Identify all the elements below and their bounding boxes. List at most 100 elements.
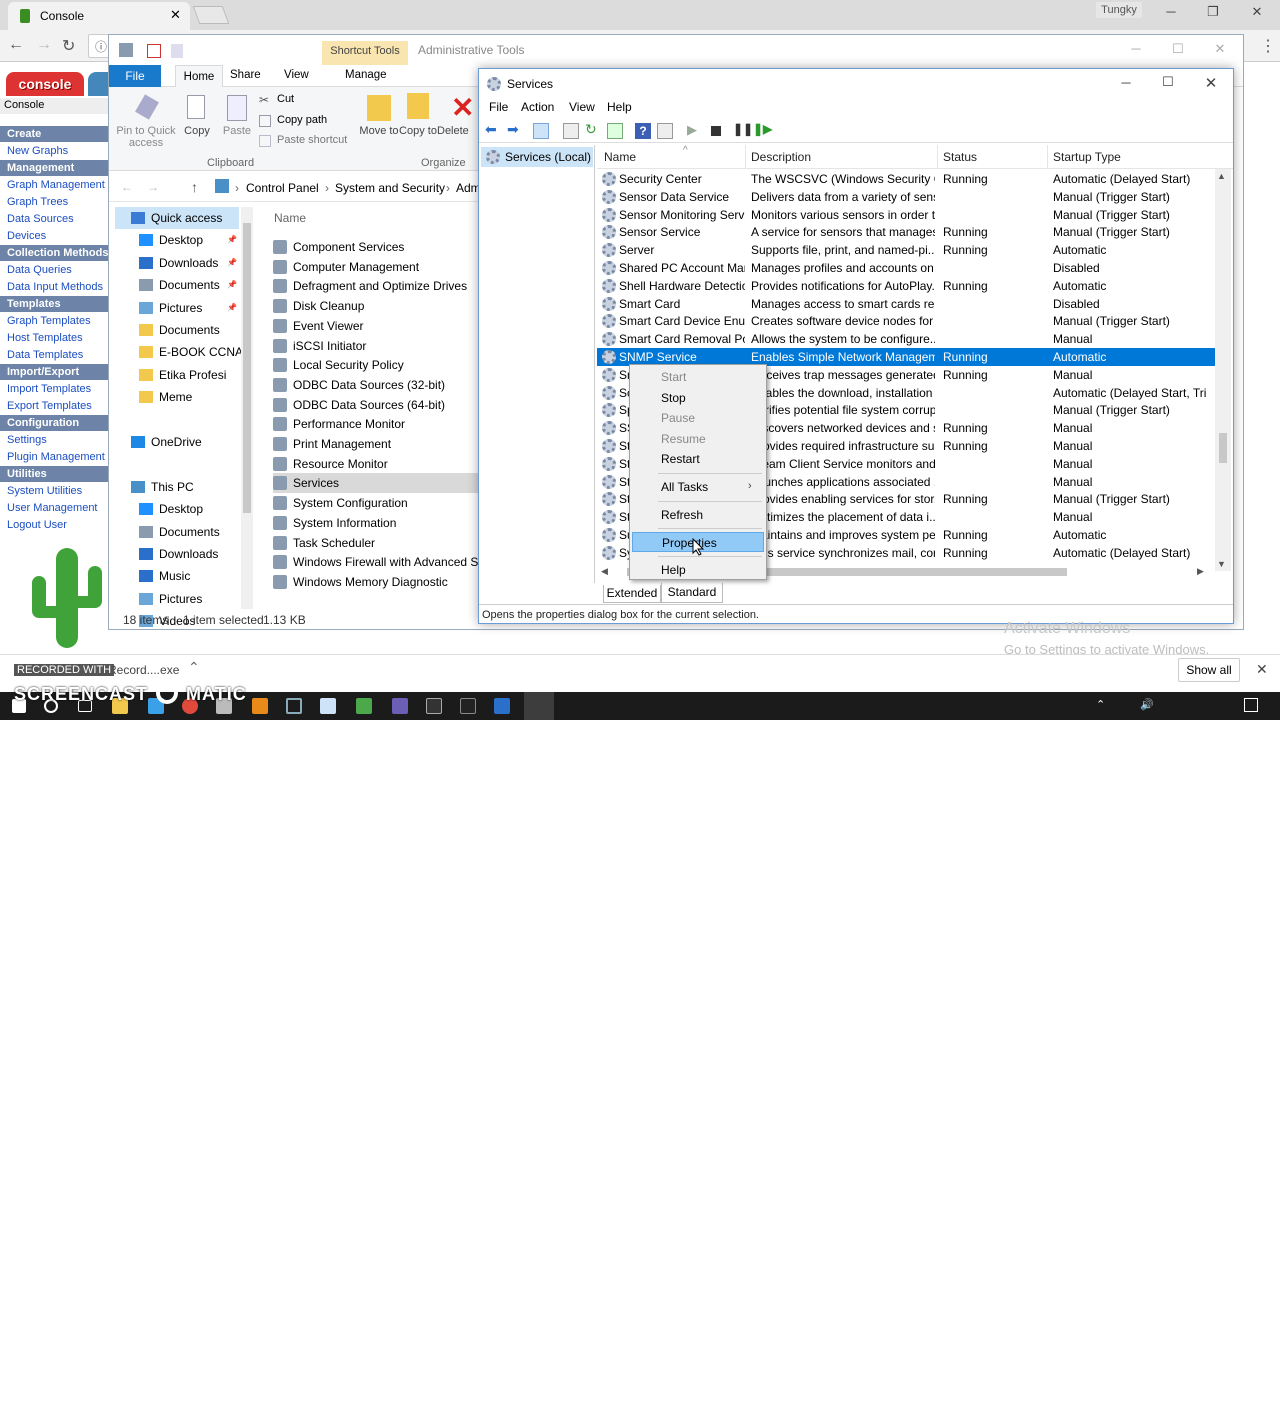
nav-item[interactable]: Meme — [139, 386, 192, 408]
export-list-icon[interactable] — [607, 123, 623, 139]
services-taskbar-icon[interactable] — [524, 692, 554, 720]
menu-link[interactable]: System Utilities — [0, 483, 110, 500]
file-item[interactable]: System Configuration — [273, 493, 483, 513]
file-item[interactable]: Disk Cleanup — [273, 296, 483, 316]
file-item[interactable]: Task Scheduler — [273, 533, 483, 553]
nav-item[interactable]: Pictures 📌 — [139, 297, 237, 319]
menu-link[interactable]: New Graphs — [0, 143, 110, 160]
file-item[interactable]: Performance Monitor — [273, 414, 483, 434]
pin-icon[interactable]: 📌 — [227, 297, 237, 319]
nav-item[interactable]: OneDrive — [131, 431, 202, 453]
restart-service-icon[interactable]: ❚▶ — [753, 122, 772, 138]
scroll-down-icon[interactable]: ▼ — [1217, 559, 1226, 569]
menu-link[interactable]: Plugin Management — [0, 449, 110, 466]
app-icon[interactable] — [460, 698, 476, 714]
list-view-icon[interactable] — [563, 123, 579, 139]
reload-icon[interactable]: ↻ — [62, 36, 75, 56]
service-row[interactable]: Smart Card Device Enumera... Creates soft… — [597, 312, 1215, 330]
close-tab-icon[interactable]: ✕ — [170, 7, 181, 23]
nav-scrollbar-thumb[interactable] — [243, 223, 251, 513]
chevron-up-icon[interactable]: ⌃ — [188, 659, 200, 676]
service-row[interactable]: Security Center The WSCSVC (Windows Secur… — [597, 170, 1215, 188]
minimize-icon[interactable]: ─ — [1156, 4, 1186, 19]
menu-link[interactable]: Data Sources — [0, 211, 110, 228]
forward-icon[interactable]: ➡ — [507, 121, 523, 137]
pin-icon[interactable]: 📌 — [227, 229, 237, 251]
address-segment[interactable]: System and Security — [335, 181, 445, 195]
service-row[interactable]: Smart Card Manages access to smart cards … — [597, 295, 1215, 313]
file-item[interactable]: Windows Firewall with Advanced Security — [273, 552, 483, 572]
context-menu-item-pause[interactable]: Pause — [632, 408, 764, 428]
tab-extended[interactable]: Extended — [603, 585, 661, 603]
service-row[interactable]: Sensor Monitoring Service Monitors variou… — [597, 206, 1215, 224]
forward-icon[interactable]: → — [36, 36, 52, 54]
start-service-icon[interactable]: ▶ — [687, 122, 703, 138]
service-row[interactable]: Sensor Data Service Delivers data from a … — [597, 188, 1215, 206]
column-header-startup[interactable]: Startup Type — [1053, 150, 1121, 164]
maximize-icon[interactable]: ☐ — [1153, 74, 1183, 90]
close-icon[interactable]: ✕ — [1256, 661, 1268, 678]
app-icon[interactable] — [494, 698, 510, 714]
file-item[interactable]: Event Viewer — [273, 316, 483, 336]
menu-file[interactable]: File — [489, 100, 508, 114]
maximize-icon[interactable]: ☐ — [1163, 41, 1193, 57]
new-tab-button[interactable] — [192, 6, 230, 24]
pin-quick-access-button[interactable]: Pin to Quick access — [115, 125, 177, 149]
nav-item[interactable]: Documents — [139, 521, 220, 543]
properties-icon[interactable] — [147, 44, 161, 58]
context-menu-item-refresh[interactable]: Refresh — [632, 505, 764, 525]
context-menu-item-stop[interactable]: Stop — [632, 388, 764, 408]
scroll-right-icon[interactable]: ▶ — [1197, 566, 1204, 577]
service-row[interactable]: Server Supports file, print, and named-pi… — [597, 241, 1215, 259]
app-icon[interactable] — [356, 698, 372, 714]
menu-link[interactable]: Import Templates — [0, 381, 110, 398]
menu-link[interactable]: Data Templates — [0, 347, 110, 364]
service-row[interactable]: Shared PC Account Manager Manages profile… — [597, 259, 1215, 277]
vertical-scrollbar[interactable]: ▲ ▼ — [1215, 169, 1231, 571]
file-item[interactable]: Services — [273, 473, 483, 494]
tab-home[interactable]: Home — [175, 65, 223, 88]
menu-link[interactable]: Data Input Methods — [0, 279, 110, 296]
restore-icon[interactable]: ❐ — [1198, 4, 1228, 20]
menu-link[interactable]: Host Templates — [0, 330, 110, 347]
menu-link[interactable]: Logout User — [0, 517, 110, 534]
console-tree-icon[interactable] — [533, 123, 549, 139]
tab-standard[interactable]: Standard — [661, 583, 723, 603]
tree-item-services-local[interactable]: Services (Local) — [481, 147, 593, 167]
address-segment[interactable]: Adm — [456, 181, 481, 195]
back-icon[interactable]: ← — [8, 36, 24, 54]
nav-item[interactable]: Music — [139, 565, 190, 587]
nav-item[interactable]: Desktop 📌 — [139, 229, 237, 251]
scroll-left-icon[interactable]: ◀ — [601, 566, 608, 577]
menu-link[interactable]: Graph Management — [0, 177, 110, 194]
file-item[interactable]: Defragment and Optimize Drives — [273, 276, 483, 296]
help-icon[interactable]: ? — [635, 123, 651, 139]
menu-link[interactable]: Export Templates — [0, 398, 110, 415]
volume-icon[interactable]: 🔊 — [1140, 698, 1154, 711]
service-row[interactable]: Smart Card Removal Policy Allows the syst… — [597, 330, 1215, 348]
menu-help[interactable]: Help — [607, 100, 632, 114]
browser-tab[interactable]: Console ✕ — [8, 2, 190, 30]
context-menu-item-resume[interactable]: Resume — [632, 429, 764, 449]
nav-scrollbar[interactable] — [241, 207, 253, 609]
scrollbar-thumb[interactable] — [1219, 433, 1227, 463]
graphs-tab[interactable] — [88, 72, 110, 96]
column-header-description[interactable]: Description — [751, 150, 811, 164]
file-item[interactable]: iSCSI Initiator — [273, 336, 483, 356]
tray-chevron-icon[interactable]: ⌃ — [1096, 698, 1105, 711]
address-bar[interactable]: ← → ↑ › Control Panel › System and Secur… — [109, 175, 481, 201]
paste-button[interactable]: Paste — [209, 125, 265, 137]
minimize-icon[interactable]: ─ — [1121, 41, 1151, 56]
nav-item[interactable]: Downloads — [139, 543, 218, 565]
file-item[interactable]: ODBC Data Sources (32-bit) — [273, 375, 483, 395]
context-menu-item-start[interactable]: Start — [632, 367, 764, 387]
cut-button[interactable]: Cut — [277, 93, 294, 105]
nav-item[interactable]: Documents — [139, 319, 220, 341]
context-menu-item-help[interactable]: Help — [632, 560, 764, 580]
console-tab[interactable]: console — [6, 72, 84, 96]
delete-button[interactable]: Delete — [437, 125, 479, 137]
menu-link[interactable]: Graph Trees — [0, 194, 110, 211]
app-icon[interactable] — [286, 698, 302, 714]
file-item[interactable]: System Information — [273, 513, 483, 533]
nav-item[interactable]: Etika Profesi — [139, 364, 226, 386]
